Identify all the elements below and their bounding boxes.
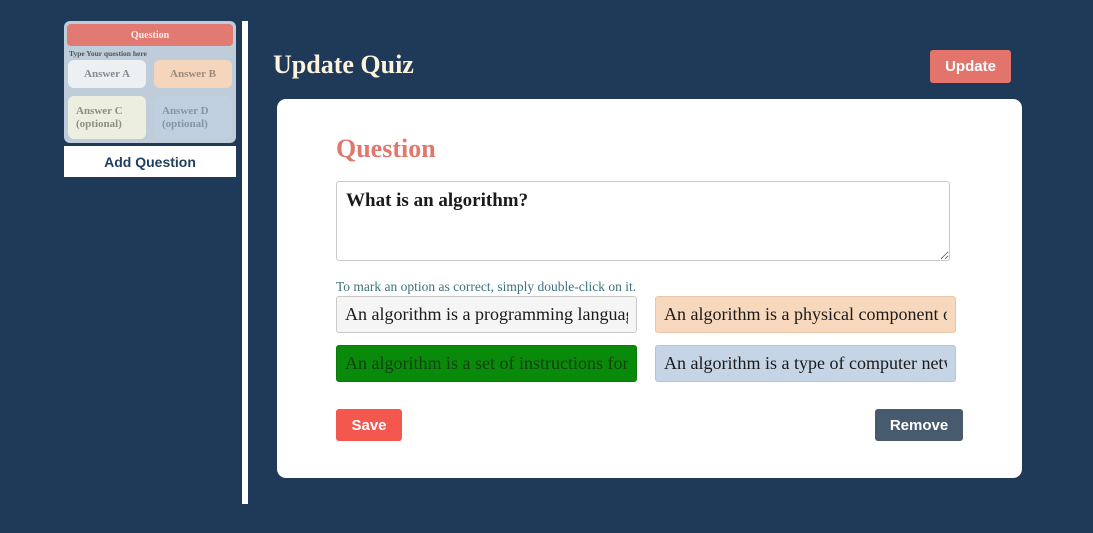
option-c-input[interactable] — [336, 345, 637, 382]
thumbnail-answer-c-note: (optional) — [76, 118, 122, 130]
add-question-button[interactable]: Add Question — [64, 146, 236, 177]
page-title: Update Quiz — [273, 50, 414, 79]
remove-button[interactable]: Remove — [875, 409, 963, 441]
question-editor-card: Question What is an algorithm? To mark a… — [277, 99, 1022, 478]
option-b-input[interactable] — [655, 296, 956, 333]
thumbnail-answer-c-label: Answer C — [76, 105, 123, 117]
thumbnail-heading: Question — [67, 24, 233, 46]
question-heading: Question — [336, 134, 436, 163]
question-thumbnail[interactable]: Question Type Your question here Answer … — [64, 21, 236, 143]
sidebar-divider — [242, 21, 248, 504]
thumbnail-answer-a-label: Answer A — [84, 68, 130, 80]
correct-option-hint: To mark an option as correct, simply dou… — [336, 279, 637, 294]
sidebar: Question Type Your question here Answer … — [64, 21, 236, 177]
thumbnail-subheading: Type Your question here — [69, 49, 147, 58]
update-button[interactable]: Update — [930, 50, 1011, 83]
save-button[interactable]: Save — [336, 409, 402, 441]
option-d-input[interactable] — [655, 345, 956, 382]
thumbnail-answer-a: Answer A — [68, 60, 146, 88]
option-a-input[interactable] — [336, 296, 637, 333]
question-textarea[interactable]: What is an algorithm? — [336, 181, 950, 261]
thumbnail-answer-b-label: Answer B — [170, 68, 216, 80]
thumbnail-answer-b: Answer B — [154, 60, 232, 88]
thumbnail-answer-d: Answer D (optional) — [154, 96, 232, 139]
thumbnail-answer-c: Answer C (optional) — [68, 96, 146, 139]
thumbnail-answer-d-label: Answer D — [162, 105, 209, 117]
thumbnail-answer-d-note: (optional) — [162, 118, 208, 130]
